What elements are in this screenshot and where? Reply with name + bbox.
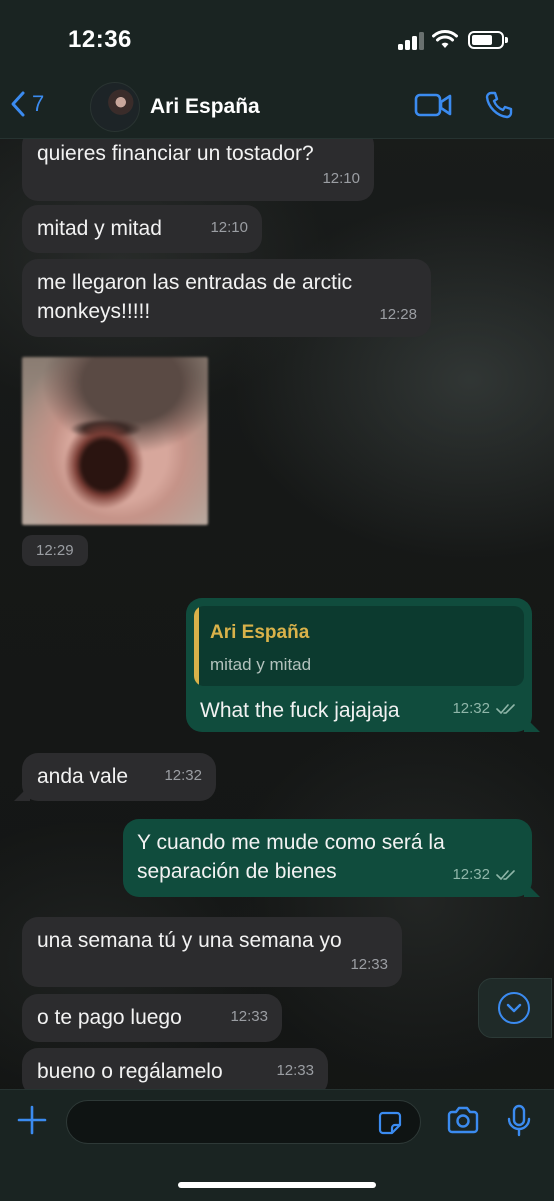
contact-name[interactable]: Ari España [150, 95, 260, 119]
chevron-down-icon [498, 992, 530, 1024]
sticker-icon[interactable] [377, 1110, 403, 1136]
unread-count: 7 [32, 91, 45, 116]
cellular-signal-icon [398, 32, 424, 50]
message-incoming[interactable]: bueno o regálamelo 12:33 [22, 1048, 328, 1089]
message-time: 12:32 [164, 767, 202, 784]
message-time: 12:32 [452, 700, 490, 717]
camera-icon[interactable] [446, 1106, 480, 1134]
message-time: 12:10 [210, 219, 248, 236]
message-time: 12:29 [36, 542, 74, 559]
message-list[interactable]: quieres financiar un tostador? 12:10 mit… [0, 139, 554, 1089]
message-incoming[interactable]: o te pago luego 12:33 [22, 994, 282, 1042]
message-incoming[interactable]: me llegaron las entradas de arctic monke… [22, 259, 431, 337]
message-incoming[interactable]: mitad y mitad 12:10 [22, 205, 262, 253]
quote-text: mitad y mitad [210, 655, 312, 674]
plus-icon[interactable] [16, 1104, 48, 1136]
chevron-left-icon [11, 91, 25, 117]
quoted-message[interactable]: Ari España mitad y mitad [194, 606, 524, 686]
scroll-to-bottom-button[interactable] [478, 978, 552, 1038]
message-incoming[interactable]: anda vale 12:32 [14, 753, 216, 801]
message-time: 12:32 [452, 866, 490, 883]
microphone-icon[interactable] [506, 1104, 532, 1138]
message-incoming[interactable]: quieres financiar un tostador? 12:10 [22, 139, 374, 201]
battery-icon [468, 31, 508, 49]
bubble-tail [524, 881, 540, 897]
message-outgoing[interactable]: Y cuando me mude como será la separación… [123, 819, 540, 897]
message-incoming[interactable]: una semana tú y una semana yo 12:33 [22, 917, 402, 987]
double-check-icon [496, 869, 515, 880]
wifi-icon [432, 30, 458, 48]
back-button[interactable]: 7 [10, 90, 44, 118]
message-input[interactable] [83, 1101, 377, 1145]
message-time: 12:28 [379, 306, 417, 323]
bubble-tail [524, 716, 540, 732]
message-text: What the fuck jajajaja [200, 699, 400, 722]
status-bar: 12:36 [0, 0, 554, 80]
home-indicator [178, 1182, 376, 1188]
avatar[interactable] [90, 82, 140, 132]
chat-header: 7 Ari España [0, 80, 554, 139]
photo-timestamp: 12:29 [22, 535, 88, 566]
compose-bar [0, 1089, 554, 1201]
message-time: 12:33 [350, 956, 388, 973]
bubble-tail [14, 785, 30, 801]
message-outgoing-reply[interactable]: Ari España mitad y mitad What the fuck j… [186, 598, 540, 732]
message-time: 12:33 [230, 1008, 268, 1025]
quote-author: Ari España [210, 622, 310, 643]
message-time: 12:33 [276, 1062, 314, 1079]
message-text: me llegaron las entradas de arctic monke… [37, 271, 353, 323]
message-input-field[interactable] [66, 1100, 421, 1145]
message-text: una semana tú y una semana yo [37, 929, 342, 952]
message-text: quieres financiar un tostador? [37, 142, 314, 165]
video-camera-icon[interactable] [414, 92, 452, 118]
quote-bar [194, 606, 199, 686]
double-check-icon [496, 703, 515, 714]
phone-icon[interactable] [484, 90, 514, 120]
status-time: 12:36 [68, 26, 132, 53]
photo-message[interactable] [22, 357, 208, 525]
message-time: 12:10 [322, 170, 360, 187]
message-text: bueno o regálamelo [37, 1060, 223, 1083]
